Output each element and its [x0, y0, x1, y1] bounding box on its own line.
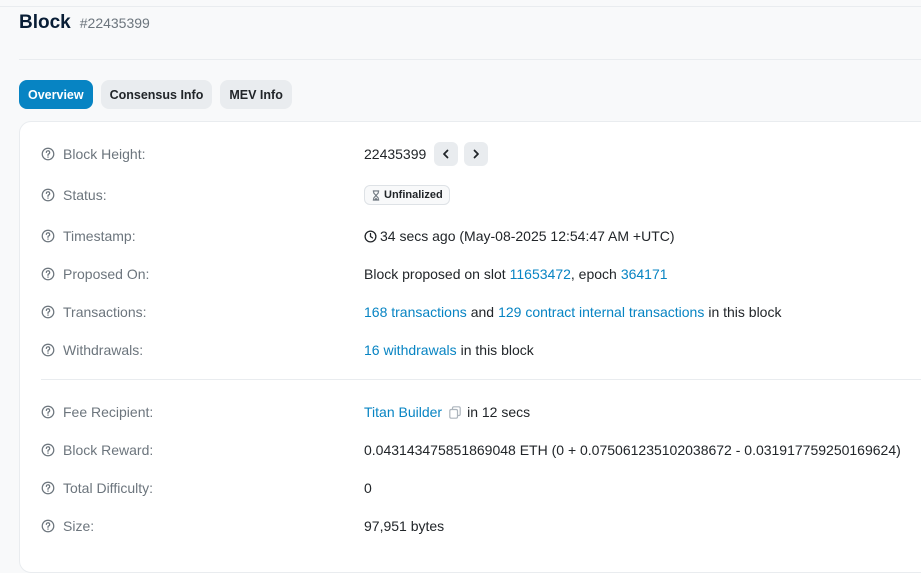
- label-text: Transactions:: [63, 304, 147, 320]
- label-size: Size:: [41, 518, 364, 534]
- row-total-difficulty: Total Difficulty: 0: [41, 476, 921, 500]
- row-withdrawals: Withdrawals: 16 withdrawals in this bloc…: [41, 338, 921, 362]
- value-status: Unfinalized: [364, 185, 450, 205]
- help-circle-icon[interactable]: [41, 481, 55, 495]
- label-text: Proposed On:: [63, 266, 150, 282]
- label-text: Status:: [63, 187, 107, 203]
- next-block-button[interactable]: [464, 142, 489, 166]
- row-timestamp: Timestamp: 34 secs ago (May-08-2025 12:5…: [41, 224, 921, 248]
- row-block-height: Block Height: 22435399: [41, 142, 921, 166]
- page-title: Block: [19, 12, 71, 33]
- prev-block-button[interactable]: [434, 142, 459, 166]
- label-transactions: Transactions:: [41, 304, 364, 320]
- label-status: Status:: [41, 187, 364, 203]
- label-total-difficulty: Total Difficulty:: [41, 480, 364, 496]
- overview-card: Block Height: 22435399 Status: Unfinaliz…: [19, 121, 921, 573]
- epoch-prefix: , epoch: [570, 266, 617, 282]
- chevron-right-icon: [473, 149, 480, 159]
- epoch-link[interactable]: 364171: [621, 266, 668, 282]
- proposed-prefix: Block proposed on slot: [364, 266, 506, 282]
- label-text: Size:: [63, 518, 95, 534]
- fee-recipient-link[interactable]: Titan Builder: [364, 404, 442, 420]
- header-divider: [19, 59, 921, 60]
- tab-overview[interactable]: Overview: [19, 80, 93, 109]
- value-block-reward: 0.043143475851869048 ETH (0 + 0.07506123…: [364, 442, 901, 458]
- value-size: 97,951 bytes: [364, 518, 444, 534]
- slot-link[interactable]: 11653472: [510, 266, 571, 282]
- label-text: Timestamp:: [63, 228, 136, 244]
- status-text: Unfinalized: [384, 189, 443, 201]
- label-text: Block Reward:: [63, 442, 154, 458]
- help-circle-icon[interactable]: [41, 519, 55, 533]
- fee-recipient-suffix: in 12 secs: [467, 404, 531, 420]
- label-fee-recipient: Fee Recipient:: [41, 404, 364, 420]
- transactions-link[interactable]: 168 transactions: [364, 304, 467, 320]
- page-header: Block #22435399: [19, 12, 150, 34]
- label-proposed-on: Proposed On:: [41, 266, 364, 282]
- label-timestamp: Timestamp:: [41, 228, 364, 244]
- timestamp-text: 34 secs ago (May-08-2025 12:54:47 AM +UT…: [380, 228, 675, 244]
- tab-mev-info[interactable]: MEV Info: [220, 80, 292, 109]
- internal-transactions-link[interactable]: 129 contract internal transactions: [498, 304, 704, 320]
- value-total-difficulty: 0: [364, 480, 372, 496]
- label-text: Block Height:: [63, 146, 146, 162]
- block-number-subtitle: #22435399: [79, 15, 150, 31]
- tab-bar: Overview Consensus Info MEV Info: [19, 80, 292, 109]
- help-circle-icon[interactable]: [41, 343, 55, 357]
- help-circle-icon[interactable]: [41, 147, 55, 161]
- label-text: Total Difficulty:: [63, 480, 153, 496]
- withdrawals-link[interactable]: 16 withdrawals: [364, 342, 457, 358]
- value-withdrawals: 16 withdrawals in this block: [364, 342, 534, 358]
- total-difficulty-value: 0: [364, 480, 372, 496]
- help-circle-icon[interactable]: [41, 405, 55, 419]
- top-divider: [0, 6, 921, 7]
- value-proposed-on: Block proposed on slot 11653472 , epoch …: [364, 266, 668, 282]
- clock-icon: [364, 229, 377, 243]
- hourglass-icon: [372, 189, 380, 201]
- status-badge: Unfinalized: [364, 185, 450, 205]
- row-status: Status: Unfinalized: [41, 183, 921, 207]
- size-value: 97,951 bytes: [364, 518, 445, 534]
- and-text: and: [470, 304, 495, 320]
- tab-consensus-info[interactable]: Consensus Info: [100, 80, 213, 109]
- row-proposed-on: Proposed On: Block proposed on slot 1165…: [41, 262, 921, 286]
- label-text: Fee Recipient:: [63, 404, 154, 420]
- help-circle-icon[interactable]: [41, 267, 55, 281]
- transactions-suffix: in this block: [708, 304, 782, 320]
- help-circle-icon[interactable]: [41, 443, 55, 457]
- row-fee-recipient: Fee Recipient: Titan Builder in 12 secs: [41, 400, 921, 424]
- label-block-reward: Block Reward:: [41, 442, 364, 458]
- withdrawals-suffix: in this block: [460, 342, 534, 358]
- block-height-value: 22435399: [364, 146, 427, 162]
- help-circle-icon[interactable]: [41, 229, 55, 243]
- row-size: Size: 97,951 bytes: [41, 514, 921, 538]
- value-timestamp: 34 secs ago (May-08-2025 12:54:47 AM +UT…: [364, 228, 675, 244]
- label-block-height: Block Height:: [41, 146, 364, 162]
- block-reward-value: 0.043143475851869048 ETH (0 + 0.07506123…: [364, 442, 901, 458]
- chevron-left-icon: [443, 149, 449, 159]
- value-transactions: 168 transactions and 129 contract intern…: [364, 304, 781, 320]
- help-circle-icon[interactable]: [41, 305, 55, 319]
- label-text: Withdrawals:: [63, 342, 144, 358]
- label-withdrawals: Withdrawals:: [41, 342, 364, 358]
- value-block-height: 22435399: [364, 142, 489, 166]
- copy-icon[interactable]: [449, 405, 461, 419]
- value-fee-recipient: Titan Builder in 12 secs: [364, 404, 530, 420]
- help-circle-icon[interactable]: [41, 188, 55, 202]
- row-transactions: Transactions: 168 transactions and 129 c…: [41, 300, 921, 324]
- section-divider: [41, 379, 921, 380]
- row-block-reward: Block Reward: 0.043143475851869048 ETH (…: [41, 438, 921, 462]
